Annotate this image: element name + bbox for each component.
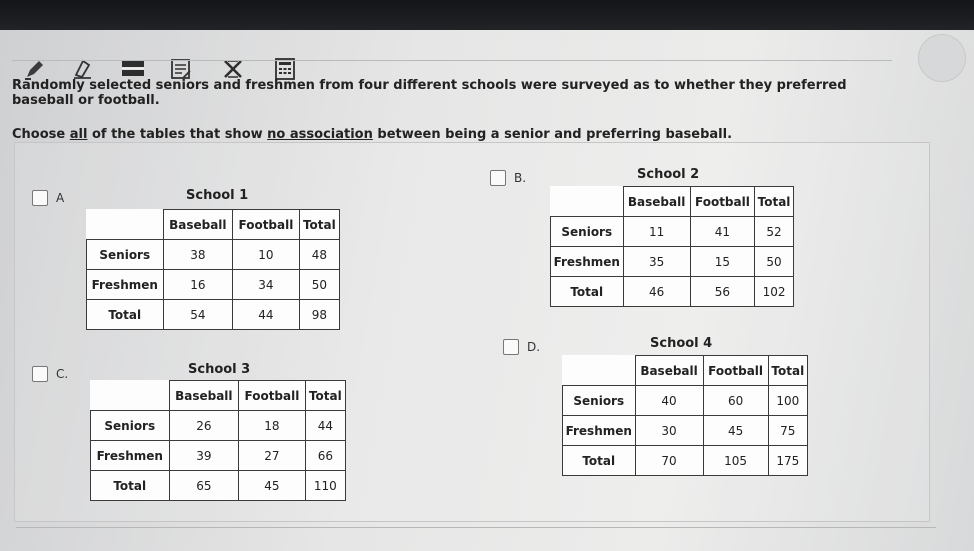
- cell: 10: [232, 239, 300, 270]
- option-a-letter: A: [56, 191, 65, 205]
- header-football: Football: [689, 186, 756, 217]
- cell: 18: [238, 410, 306, 441]
- option-d-school-title: School 4: [650, 336, 713, 351]
- question-intro: Randomly selected seniors and freshmen f…: [12, 78, 847, 108]
- emphasis-all: all: [69, 127, 88, 142]
- option-b[interactable]: B.: [490, 170, 526, 186]
- option-a[interactable]: A: [32, 190, 64, 206]
- header-baseball: Baseball: [622, 186, 691, 217]
- row-label: Total: [550, 276, 624, 307]
- option-a-school-title: School 1: [186, 188, 249, 203]
- option-c-checkbox[interactable]: [32, 366, 48, 382]
- cell: 41: [689, 216, 756, 247]
- cell: 70: [634, 445, 704, 476]
- cell: 102: [754, 276, 794, 307]
- option-c-school-title: School 3: [188, 362, 251, 377]
- cell: 52: [754, 216, 794, 247]
- cell: 40: [634, 385, 704, 416]
- cell: 175: [767, 445, 809, 476]
- cell: 65: [168, 470, 240, 501]
- cell: 44: [232, 299, 300, 330]
- header-total: Total: [754, 186, 794, 217]
- cell: 15: [689, 246, 756, 277]
- cell: 60: [702, 385, 769, 416]
- header-total: Total: [304, 380, 347, 411]
- option-d-letter: D.: [527, 340, 541, 354]
- cell: 27: [238, 440, 306, 471]
- cell: 50: [298, 269, 341, 300]
- option-b-letter: B.: [514, 171, 527, 185]
- option-b-table: Baseball Football Total Seniors 11 41 52…: [550, 186, 794, 307]
- option-a-table: Baseball Football Total Seniors 38 10 48…: [86, 209, 341, 330]
- cell: 66: [304, 440, 347, 471]
- row-label: Seniors: [86, 239, 164, 270]
- row-label: Freshmen: [86, 269, 164, 300]
- cell: 105: [702, 445, 769, 476]
- cell: 75: [767, 415, 809, 446]
- cell: 98: [298, 299, 341, 330]
- option-c[interactable]: C.: [32, 366, 68, 382]
- cell: 50: [754, 246, 794, 277]
- row-label: Freshmen: [550, 246, 624, 277]
- row-label: Total: [562, 445, 636, 476]
- menu-button[interactable]: [918, 34, 966, 82]
- cell: 110: [304, 470, 347, 501]
- option-d-table: Baseball Football Total Seniors 40 60 10…: [562, 355, 809, 476]
- option-d-checkbox[interactable]: [503, 339, 519, 355]
- row-label: Freshmen: [562, 415, 636, 446]
- cell: 45: [702, 415, 769, 446]
- cell: 26: [168, 410, 240, 441]
- cell: 30: [634, 415, 704, 446]
- option-b-school-title: School 2: [637, 167, 700, 182]
- cell: 45: [238, 470, 306, 501]
- toolbar-divider: [12, 60, 892, 61]
- cell: 48: [298, 239, 341, 270]
- question-prompt: Choose all of the tables that show no as…: [12, 127, 733, 142]
- cell: 46: [622, 276, 691, 307]
- cell: 38: [162, 239, 234, 270]
- cell: 11: [622, 216, 691, 247]
- row-label: Seniors: [90, 410, 170, 441]
- option-c-table: Baseball Football Total Seniors 26 18 44…: [90, 380, 347, 501]
- row-label: Total: [86, 299, 164, 330]
- header-football: Football: [238, 380, 306, 411]
- cell: 35: [622, 246, 691, 277]
- cell: 44: [304, 410, 347, 441]
- header-total: Total: [767, 355, 809, 386]
- bottom-divider: [16, 527, 936, 528]
- cell: 54: [162, 299, 234, 330]
- option-b-checkbox[interactable]: [490, 170, 506, 186]
- option-c-letter: C.: [56, 367, 69, 381]
- header-baseball: Baseball: [168, 380, 240, 411]
- header-total: Total: [298, 209, 341, 240]
- header-football: Football: [232, 209, 300, 240]
- option-d[interactable]: D.: [503, 339, 540, 355]
- header-football: Football: [702, 355, 769, 386]
- cell: 34: [232, 269, 300, 300]
- row-label: Total: [90, 470, 170, 501]
- row-label: Seniors: [550, 216, 624, 247]
- emphasis-no-association: no association: [267, 127, 373, 142]
- cell: 56: [689, 276, 756, 307]
- option-a-checkbox[interactable]: [32, 190, 48, 206]
- row-label: Freshmen: [90, 440, 170, 471]
- cell: 100: [767, 385, 809, 416]
- header-baseball: Baseball: [162, 209, 234, 240]
- cell: 39: [168, 440, 240, 471]
- header-baseball: Baseball: [634, 355, 704, 386]
- row-label: Seniors: [562, 385, 636, 416]
- cell: 16: [162, 269, 234, 300]
